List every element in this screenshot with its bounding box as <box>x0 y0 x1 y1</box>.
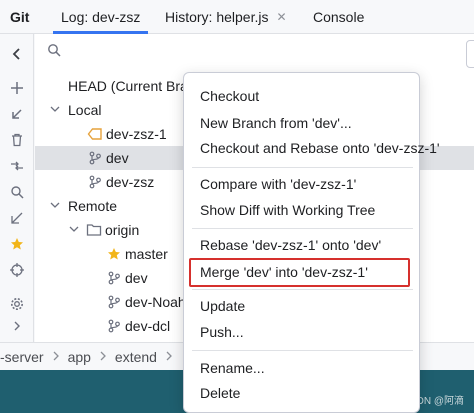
chevron-down-icon[interactable] <box>48 104 62 117</box>
menu-separator <box>192 167 413 168</box>
collapse-icon[interactable] <box>7 208 27 228</box>
compare-icon[interactable] <box>7 156 27 176</box>
tool-window-title: Git <box>10 0 29 34</box>
branches-toolbar <box>0 34 34 342</box>
tab-console[interactable]: Console <box>313 0 364 34</box>
menu-item-push[interactable]: Push... <box>184 319 421 345</box>
breadcrumb-item[interactable]: app <box>68 349 91 365</box>
head-label: HEAD (Current Bra <box>68 78 188 94</box>
merge-highlight-box <box>189 258 410 287</box>
favorite-star-icon[interactable] <box>7 234 27 254</box>
tab-console-label: Console <box>313 9 365 25</box>
menu-item-show-diff[interactable]: Show Diff with Working Tree <box>184 197 421 223</box>
tool-window-header: Git Log: dev-zsz History: helper.js ✕ Co… <box>0 0 474 34</box>
breadcrumb-item[interactable]: -server <box>0 349 44 365</box>
delete-icon[interactable] <box>7 130 27 150</box>
origin-label: origin <box>105 222 140 238</box>
menu-separator <box>192 228 413 229</box>
breadcrumb-item[interactable]: extend <box>115 349 157 365</box>
tab-log-label: Log: dev-zsz <box>61 9 141 25</box>
chevron-right-icon <box>165 350 173 364</box>
local-group-label: Local <box>68 102 102 118</box>
branch-label: dev-Noah <box>125 294 186 310</box>
menu-item-label: Checkout <box>200 88 260 104</box>
menu-item-new-branch[interactable]: New Branch from 'dev'... <box>184 110 421 136</box>
chevron-down-icon[interactable] <box>48 200 62 213</box>
tab-history-label: History: helper.js <box>165 9 269 25</box>
tab-log[interactable]: Log: dev-zsz <box>52 0 149 34</box>
branch-label: dev-dcl <box>125 318 171 334</box>
branch-label: master <box>125 246 168 262</box>
menu-item-label: Update <box>200 298 246 314</box>
branch-label: dev-zsz <box>106 174 155 190</box>
menu-item-label: Delete <box>200 385 241 401</box>
favorite-star-icon <box>105 246 123 262</box>
menu-item-label: Push... <box>200 324 244 340</box>
menu-item-label: Checkout and Rebase onto 'dev-zsz-1' <box>200 140 440 156</box>
remote-group-label: Remote <box>68 198 118 214</box>
menu-item-label: New Branch from 'dev'... <box>200 115 352 131</box>
branch-label: dev <box>106 150 129 166</box>
tag-icon <box>86 126 104 142</box>
menu-item-label: Show Diff with Working Tree <box>200 202 376 218</box>
back-icon[interactable] <box>7 44 27 64</box>
branch-label: dev-zsz-1 <box>106 126 167 142</box>
menu-item-delete[interactable]: Delete <box>184 380 421 406</box>
branch-icon <box>105 294 123 310</box>
chevron-right-icon[interactable] <box>7 316 27 336</box>
chevron-down-icon[interactable] <box>67 224 81 237</box>
menu-item-update[interactable]: Update <box>184 293 421 319</box>
side-input-edge[interactable] <box>466 40 474 68</box>
branch-icon <box>86 150 104 166</box>
menu-item-rename[interactable]: Rename... <box>184 355 421 381</box>
update-icon[interactable] <box>7 104 27 124</box>
menu-item-checkout[interactable]: Checkout <box>184 83 421 109</box>
folder-icon <box>85 222 103 238</box>
crosshair-icon[interactable] <box>7 260 27 280</box>
add-icon[interactable] <box>7 78 27 98</box>
branch-label: dev <box>125 270 148 286</box>
branch-icon <box>86 174 104 190</box>
menu-item-checkout-rebase[interactable]: Checkout and Rebase onto 'dev-zsz-1' <box>184 135 440 161</box>
branch-context-menu: Checkout New Branch from 'dev'... Checko… <box>183 72 440 413</box>
menu-separator <box>192 350 413 351</box>
menu-item-label: Compare with 'dev-zsz-1' <box>200 176 357 192</box>
tab-history[interactable]: History: helper.js ✕ <box>165 0 287 34</box>
menu-item-compare[interactable]: Compare with 'dev-zsz-1' <box>184 171 421 197</box>
chevron-right-icon <box>99 350 107 364</box>
menu-item-rebase[interactable]: Rebase 'dev-zsz-1' onto 'dev' <box>184 232 421 258</box>
branch-icon <box>105 318 123 334</box>
branch-icon <box>105 270 123 286</box>
menu-separator <box>192 289 413 290</box>
menu-item-label: Rebase 'dev-zsz-1' onto 'dev' <box>200 237 382 253</box>
find-icon[interactable] <box>7 182 27 202</box>
search-row <box>35 34 474 68</box>
settings-gear-icon[interactable] <box>7 294 27 314</box>
menu-item-label: Rename... <box>200 360 265 376</box>
tool-window-title-label: Git <box>10 9 30 25</box>
branch-search-input[interactable] <box>69 40 209 62</box>
search-icon <box>47 43 63 59</box>
chevron-right-icon <box>52 350 60 364</box>
close-icon[interactable]: ✕ <box>276 10 286 24</box>
